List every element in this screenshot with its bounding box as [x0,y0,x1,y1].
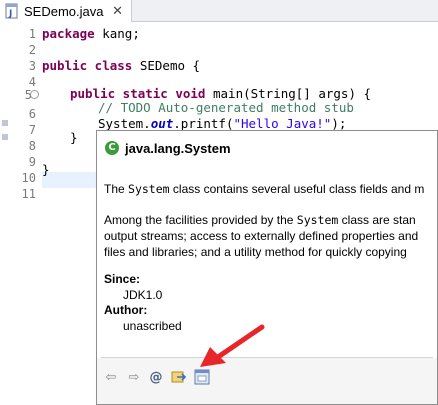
line-number: 8 [28,139,36,153]
javadoc-hover-popup[interactable]: C java.lang.System The System class cont… [96,130,438,405]
ruler-marker-icon[interactable] [2,134,8,140]
code-line-3: public class SEDemo { [42,58,201,73]
fold-collapse-icon[interactable] [30,90,39,99]
vertical-ruler [0,22,16,405]
annotation-arrow-icon [200,324,265,367]
code-line-1: package kang; [42,26,140,41]
code-line-6: // TODO Auto-generated method stub [98,100,354,115]
hover-title: java.lang.System [125,140,231,156]
tab-label: SEDemo.java [24,3,104,19]
open-declaration-icon[interactable] [170,368,188,386]
svg-text:J: J [8,9,12,19]
author-value: unascribed [123,319,182,333]
hover-header: C java.lang.System [105,139,231,157]
editor-tab-bar: J SEDemo.java ✕ [0,0,438,22]
forward-icon[interactable]: ⇨ [125,368,143,386]
javadoc-paragraph-1: The System class contains several useful… [104,182,425,196]
back-icon[interactable]: ⇦ [102,368,120,386]
line-number: 5 [24,88,32,102]
code-line-8: } [70,130,78,145]
hover-toolbar: ⇦ ⇨ @ [97,358,437,404]
javadoc-paragraph-2-line-3: files and libraries; and a utility metho… [104,245,407,259]
line-number: 2 [28,43,36,57]
tab-sedemo-java[interactable]: J SEDemo.java ✕ [0,0,132,22]
java-file-icon: J [5,3,18,19]
code-line-10: } [42,162,50,177]
line-number: 1 [28,27,36,41]
ruler-marker-icon[interactable] [2,120,8,126]
attach-source-icon[interactable]: @ [147,368,165,386]
close-icon[interactable]: ✕ [112,4,123,19]
line-number: 7 [28,123,36,137]
line-number: 9 [28,155,36,169]
line-number: 3 [28,59,36,73]
since-label: Since: [104,272,141,286]
javadoc-paragraph-2: Among the facilities provided by the Sys… [104,213,416,227]
line-number: 6 [28,107,36,121]
class-icon: C [105,141,119,155]
since-value: JDK1.0 [123,288,163,302]
line-number: 10 [21,171,36,185]
author-label: Author: [104,303,148,317]
line-number: 11 [21,187,36,201]
javadoc-paragraph-2-line-2: output streams; access to externally def… [104,229,419,243]
